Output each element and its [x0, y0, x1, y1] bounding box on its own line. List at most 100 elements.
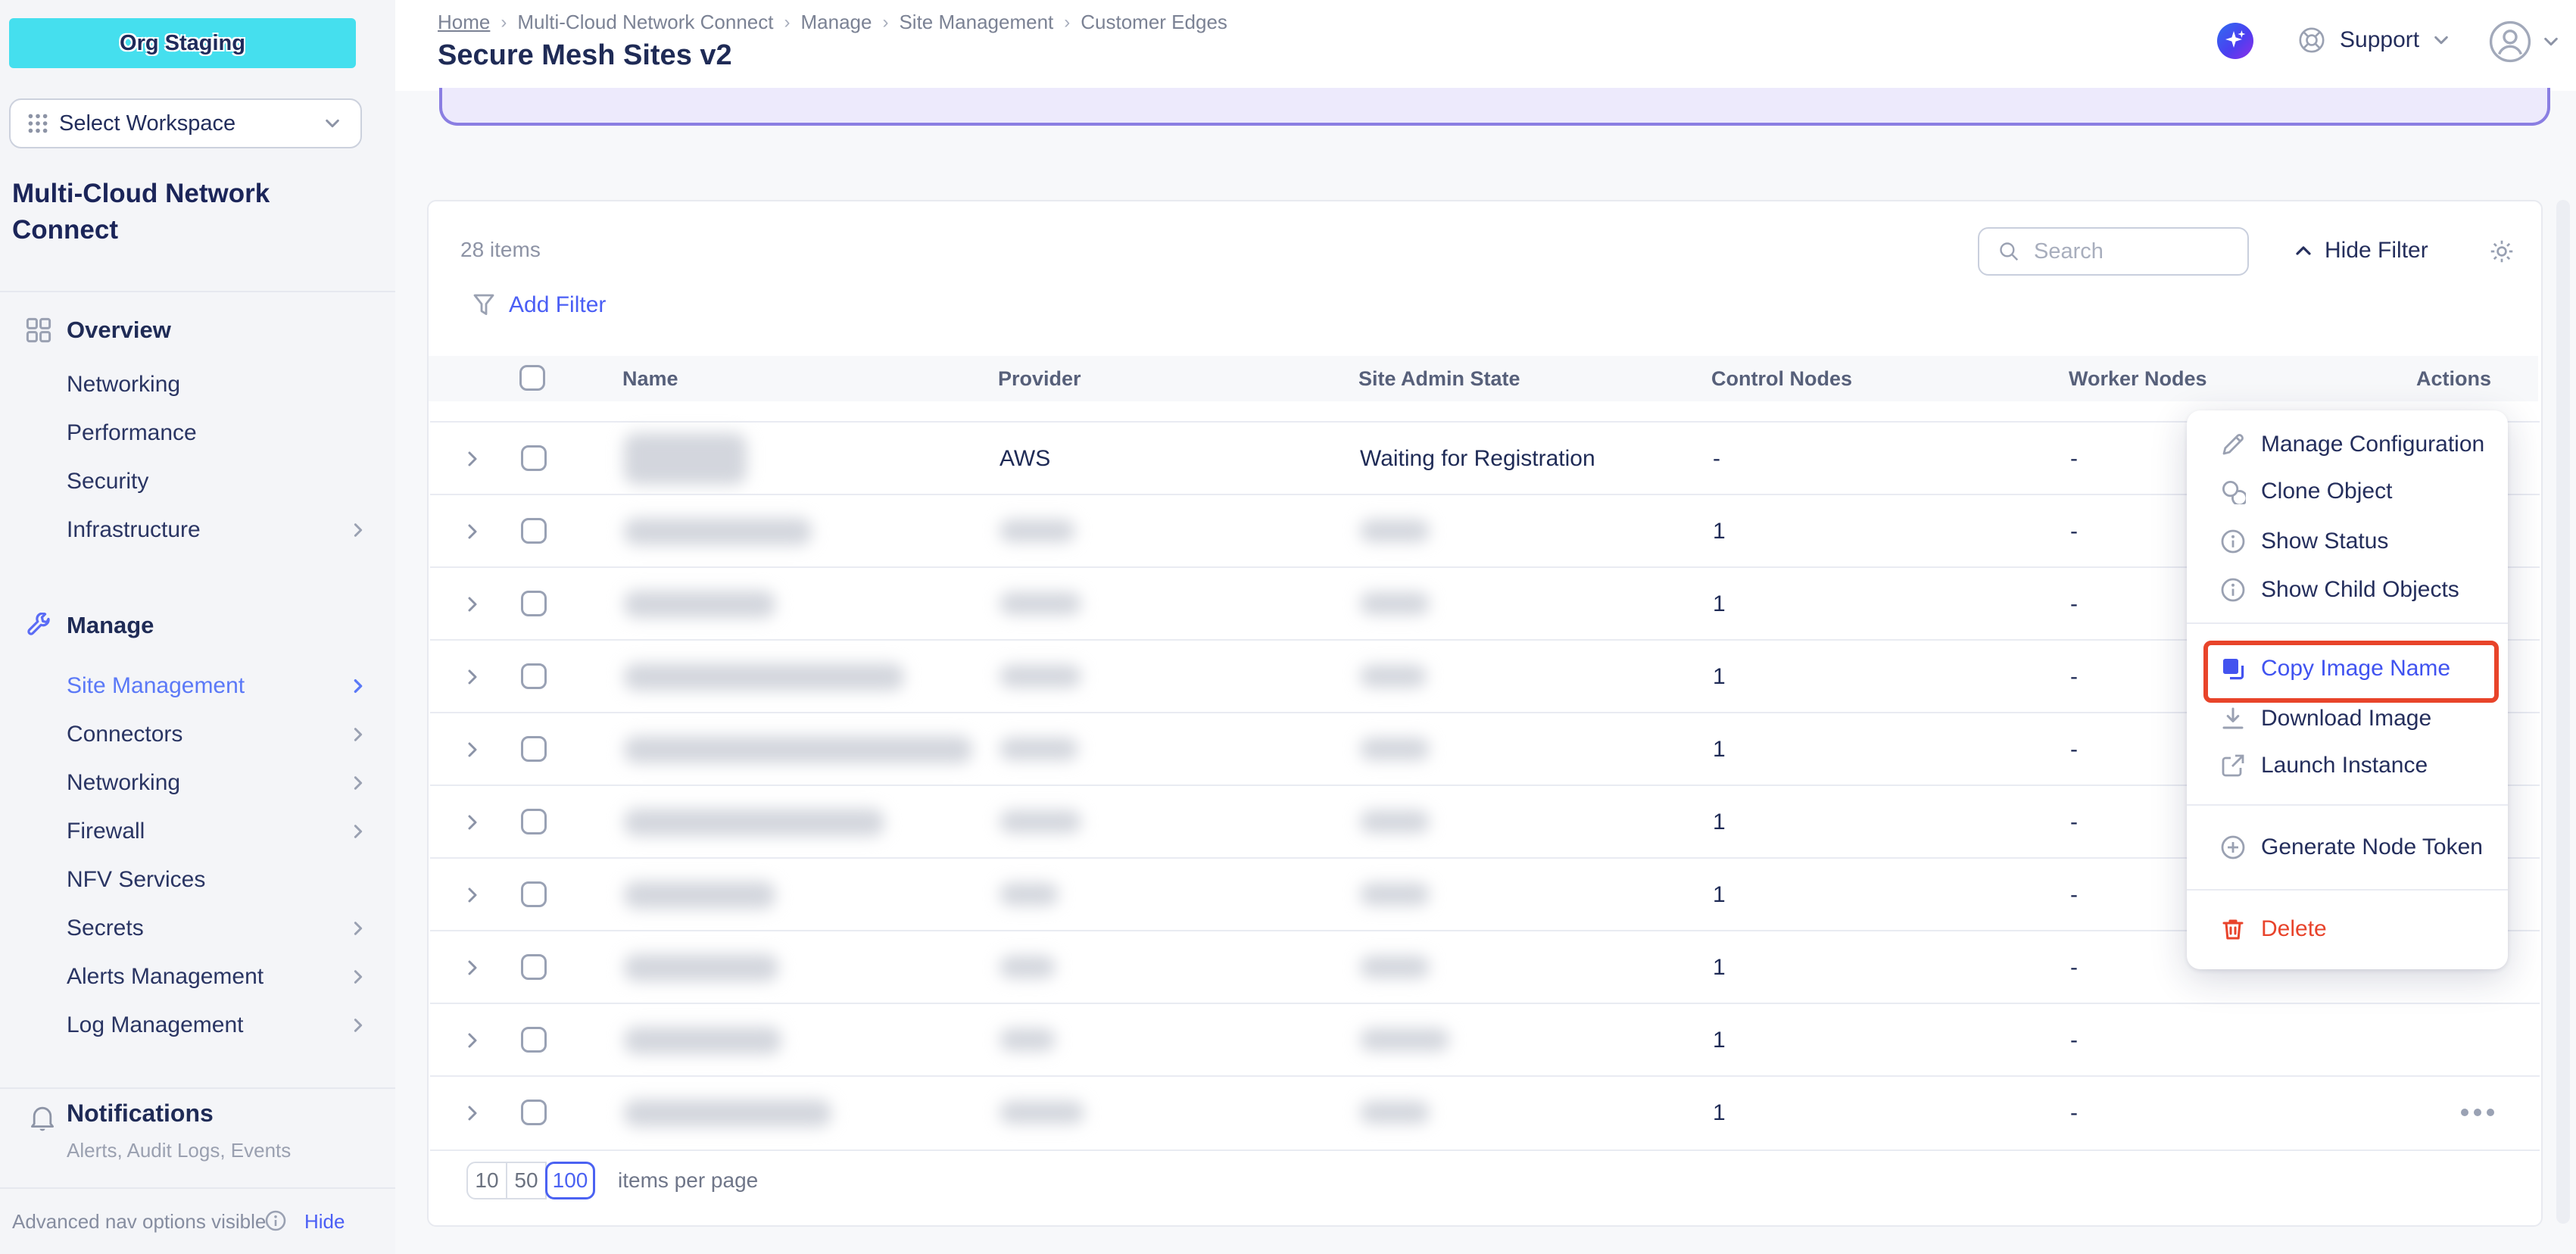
row-checkbox[interactable] [521, 518, 547, 544]
row-checkbox[interactable] [521, 954, 547, 980]
expand-chevron-icon[interactable] [463, 595, 482, 613]
cell-worker-nodes: - [2070, 713, 2078, 786]
cell-control-nodes: 1 [1713, 713, 1726, 786]
menu-item-label: Generate Node Token [2261, 834, 2483, 860]
row-actions-menu: Manage Configuration Clone Object Show S… [2187, 410, 2508, 969]
sidebar-item-nfv-services[interactable]: NFV Services [0, 856, 395, 904]
add-filter-button[interactable]: Add Filter [472, 292, 606, 318]
column-site-admin-state[interactable]: Site Admin State [1358, 356, 1520, 401]
expand-chevron-icon[interactable] [463, 1031, 482, 1050]
gear-icon[interactable] [2488, 238, 2515, 265]
menu-item-copy-image-name[interactable]: Copy Image Name [2187, 644, 2508, 694]
column-worker-nodes[interactable]: Worker Nodes [2069, 356, 2207, 401]
column-name[interactable]: Name [622, 356, 678, 401]
cell-control-nodes: 1 [1713, 786, 1726, 859]
sidebar-item-manage[interactable]: Manage [0, 601, 395, 650]
row-checkbox[interactable] [521, 591, 547, 616]
menu-item-generate-node-token[interactable]: Generate Node Token [2187, 822, 2508, 872]
column-actions: Actions [2416, 356, 2491, 401]
sidebar-item-networking-manage[interactable]: Networking [0, 759, 395, 807]
table-row[interactable]: 1 - [430, 1003, 2540, 1077]
expand-chevron-icon[interactable] [463, 522, 482, 541]
select-all-checkbox[interactable] [519, 365, 545, 391]
column-provider[interactable]: Provider [998, 356, 1081, 401]
table-row[interactable]: 1 - [430, 1075, 2540, 1151]
sidebar-item-log-management[interactable]: Log Management [0, 1001, 395, 1050]
expand-chevron-icon[interactable] [463, 813, 482, 831]
hide-nav-link[interactable]: Hide [304, 1210, 345, 1234]
redacted-provider [1000, 665, 1081, 688]
cell-worker-nodes: - [2070, 495, 2078, 568]
row-checkbox[interactable] [521, 1100, 547, 1125]
wrench-icon [26, 613, 51, 638]
sidebar-item-secrets[interactable]: Secrets [0, 904, 395, 953]
menu-item-launch-instance[interactable]: Launch Instance [2187, 741, 2508, 791]
expand-chevron-icon[interactable] [463, 450, 482, 468]
expand-chevron-icon[interactable] [463, 886, 482, 904]
redacted-state [1360, 1101, 1430, 1124]
menu-item-show-child-objects[interactable]: Show Child Objects [2187, 565, 2508, 615]
search-box[interactable] [1978, 227, 2249, 276]
cell-worker-nodes: - [2070, 423, 2078, 495]
redacted-state [1360, 519, 1430, 542]
sidebar-item-connectors[interactable]: Connectors [0, 710, 395, 759]
redacted-name [624, 1027, 781, 1054]
row-checkbox[interactable] [521, 736, 547, 762]
redacted-state [1360, 883, 1430, 906]
account-menu[interactable] [2488, 20, 2559, 64]
sidebar-item-performance[interactable]: Performance [0, 409, 395, 457]
breadcrumb-item[interactable]: Manage [801, 11, 872, 34]
expand-chevron-icon[interactable] [463, 1104, 482, 1122]
info-icon [2220, 529, 2246, 554]
scrollbar-track[interactable] [2556, 200, 2570, 1224]
page-size-10[interactable]: 10 [466, 1162, 507, 1199]
menu-item-clone-object[interactable]: Clone Object [2187, 466, 2508, 516]
breadcrumb-item[interactable]: Customer Edges [1081, 11, 1227, 34]
row-checkbox[interactable] [521, 445, 547, 471]
row-checkbox[interactable] [521, 809, 547, 834]
search-input[interactable] [2031, 238, 2219, 266]
bell-icon [29, 1104, 56, 1131]
page-size-100[interactable]: 100 [545, 1162, 595, 1199]
menu-item-label: Launch Instance [2261, 753, 2428, 778]
redacted-provider [1000, 738, 1078, 760]
org-staging-button[interactable]: Org Staging [9, 18, 356, 68]
support-menu[interactable]: Support [2297, 26, 2450, 55]
sidebar-item-alerts-management[interactable]: Alerts Management [0, 953, 395, 1001]
ai-assistant-button[interactable] [2217, 23, 2253, 59]
row-checkbox[interactable] [521, 1027, 547, 1053]
sidebar-item-overview[interactable]: Overview [0, 306, 395, 354]
menu-item-show-status[interactable]: Show Status [2187, 516, 2508, 566]
sidebar-item-security[interactable]: Security [0, 457, 395, 506]
breadcrumb-home[interactable]: Home [438, 11, 490, 34]
sidebar-item-site-management[interactable]: Site Management [0, 662, 395, 710]
breadcrumb-item[interactable]: Site Management [899, 11, 1053, 34]
sidebar-item-label: Connectors [67, 722, 182, 747]
hide-filter-toggle[interactable]: Hide Filter [2294, 238, 2428, 264]
sidebar-item-infrastructure[interactable]: Infrastructure [0, 506, 395, 554]
menu-item-label: Copy Image Name [2261, 656, 2450, 682]
row-checkbox[interactable] [521, 881, 547, 907]
main-area: Home› Multi-Cloud Network Connect› Manag… [395, 0, 2576, 1254]
menu-item-manage-configuration[interactable]: Manage Configuration [2187, 420, 2508, 469]
row-actions-button[interactable] [2461, 1109, 2494, 1116]
sidebar-item-label: Log Management [67, 1012, 244, 1038]
menu-item-download-image[interactable]: Download Image [2187, 694, 2508, 744]
row-checkbox[interactable] [521, 663, 547, 689]
sidebar-item-networking-overview[interactable]: Networking [0, 360, 395, 409]
menu-item-delete[interactable]: Delete [2187, 904, 2508, 954]
page-size-50[interactable]: 50 [506, 1162, 547, 1199]
divider [0, 1087, 395, 1089]
column-control-nodes[interactable]: Control Nodes [1711, 356, 1852, 401]
sidebar-item-firewall[interactable]: Firewall [0, 807, 395, 856]
sidebar-item-notifications[interactable]: Notifications [67, 1100, 214, 1128]
expand-chevron-icon[interactable] [463, 959, 482, 977]
expand-chevron-icon[interactable] [463, 741, 482, 759]
sidebar-item-label: Networking [67, 770, 180, 796]
expand-chevron-icon[interactable] [463, 668, 482, 686]
cell-control-nodes: 1 [1713, 495, 1726, 568]
menu-item-label: Clone Object [2261, 479, 2392, 504]
page-title: Secure Mesh Sites v2 [438, 39, 732, 72]
breadcrumb-item[interactable]: Multi-Cloud Network Connect [517, 11, 773, 34]
workspace-selector[interactable]: Select Workspace [9, 98, 362, 148]
